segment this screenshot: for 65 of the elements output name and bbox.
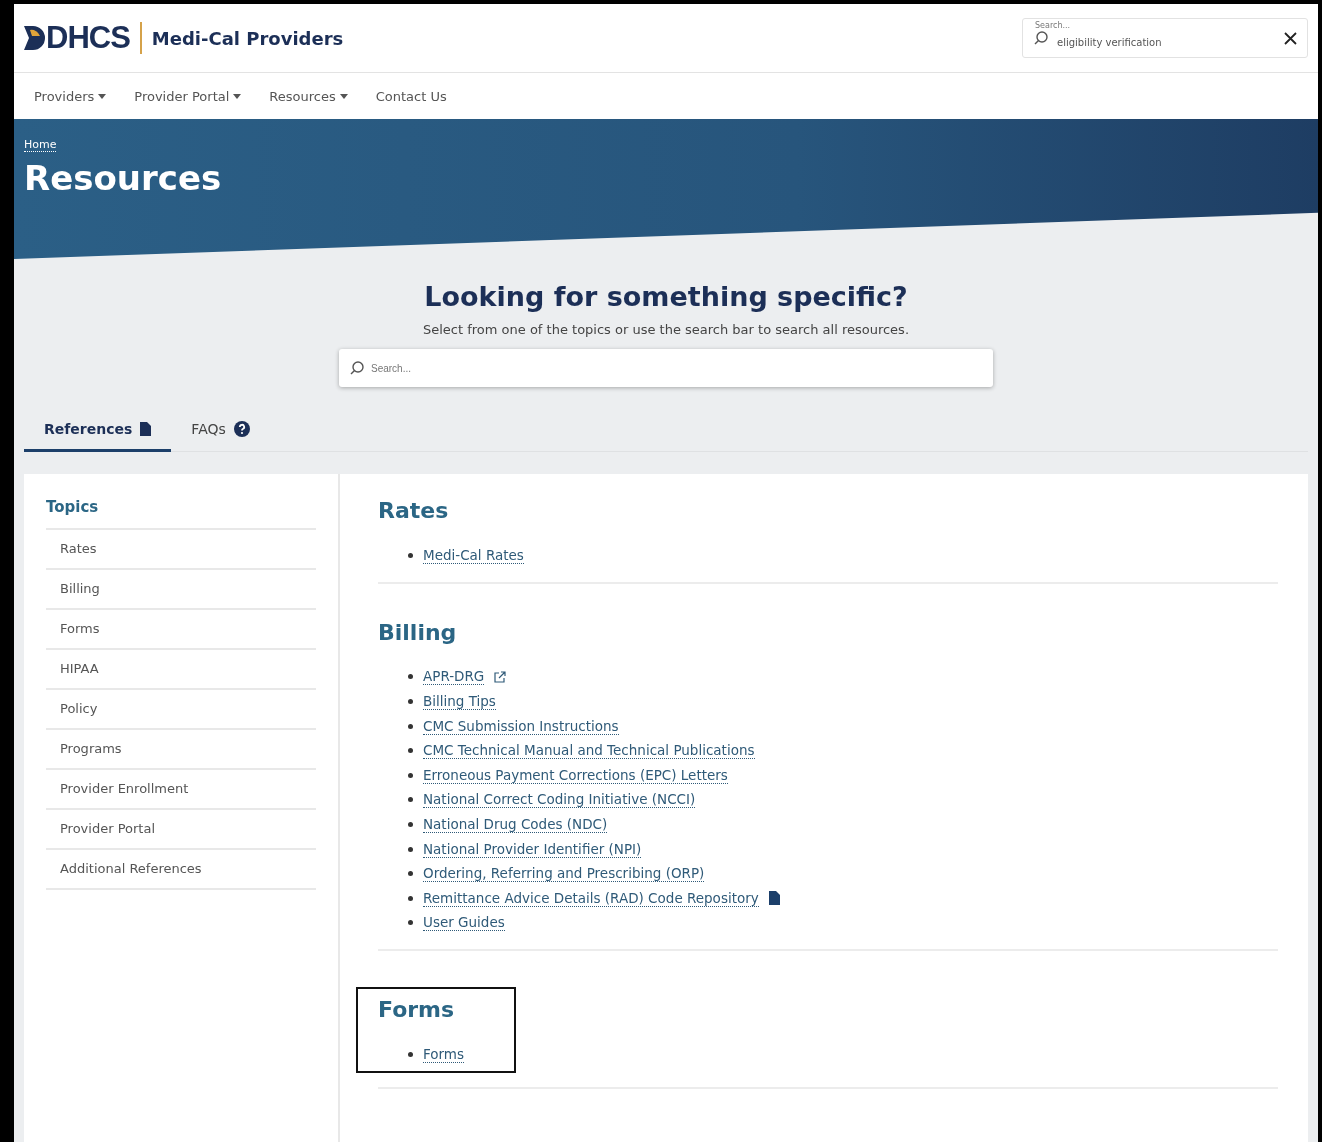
bullet-icon: [408, 699, 413, 704]
resource-link[interactable]: Ordering, Referring and Prescribing (ORP): [423, 865, 705, 883]
bullet-icon: [408, 772, 413, 778]
nav-link[interactable]: Provider Portal: [134, 88, 242, 104]
caret-icon: [233, 93, 242, 99]
close-icon: [1284, 31, 1297, 45]
nav-link[interactable]: Contact Us: [375, 88, 447, 104]
nav-link[interactable]: Providers: [34, 88, 107, 104]
external-link-icon: [494, 670, 507, 683]
caret-icon: [339, 93, 348, 99]
caret-icon: [98, 93, 107, 99]
bullet-icon: [408, 895, 413, 901]
sidebar-item[interactable]: Programs: [46, 728, 316, 768]
nav-link[interactable]: Resources: [269, 88, 348, 104]
sidebar-item[interactable]: Billing: [46, 568, 316, 608]
sidebar-item[interactable]: Provider Portal: [46, 808, 316, 848]
close-button[interactable]: [1284, 31, 1297, 45]
search-field[interactable]: Search...: [339, 349, 993, 387]
bullet-icon: [408, 723, 413, 729]
search-icon: [1033, 30, 1049, 46]
sidebar-item[interactable]: Provider Enrollment: [46, 768, 316, 808]
resource-link[interactable]: Medi-Cal Rates: [423, 546, 524, 564]
bullet-icon: [408, 674, 413, 680]
resource-link[interactable]: National Drug Codes (NDC): [423, 815, 608, 833]
sidebar-title: Topics: [46, 498, 100, 516]
resource-link[interactable]: Remittance Advice Details (RAD) Code Repository: [423, 889, 759, 907]
sidebar-item[interactable]: HIPAA: [46, 648, 316, 688]
sidebar-item[interactable]: Additional References: [46, 848, 316, 888]
logo-icon: [24, 26, 46, 50]
section-title: Billing: [378, 619, 457, 645]
sidebar-item[interactable]: Rates: [46, 528, 316, 568]
document-icon: [140, 422, 152, 436]
resource-link[interactable]: Erroneous Payment Corrections (EPC) Letters: [423, 766, 728, 784]
bullet-icon: [408, 821, 413, 827]
logo-text[interactable]: DHCS: [46, 20, 130, 56]
subtitle: Select from one of the topics or use the search bar to search all resources.: [422, 322, 909, 337]
page-title: Resources: [24, 158, 223, 198]
document-icon: [768, 891, 780, 906]
resource-link[interactable]: Billing Tips: [423, 693, 496, 710]
bullet-icon: [408, 797, 413, 803]
resource-link[interactable]: Forms: [423, 1045, 465, 1063]
resource-link[interactable]: CMC Technical Manual and Technical Publications: [423, 742, 755, 760]
section-heading: Looking for something specific?: [424, 281, 908, 312]
resource-link[interactable]: User Guides: [423, 914, 505, 932]
section-title: Rates: [378, 498, 449, 523]
help-icon: [233, 421, 250, 437]
search-field[interactable]: Search... eligibility verification: [1022, 18, 1308, 58]
resource-link[interactable]: National Provider Identifier (NPI): [423, 840, 642, 858]
sidebar-item[interactable]: Policy: [46, 688, 316, 728]
section-title: Forms: [378, 997, 456, 1023]
bullet-icon: [408, 920, 413, 926]
search-icon: [349, 360, 365, 376]
bullet-icon: [408, 552, 413, 558]
bullet-icon: [408, 846, 413, 852]
bullet-icon: [408, 871, 413, 877]
bullet-icon: [408, 1051, 413, 1057]
bullet-icon: [408, 748, 413, 754]
sidebar-item[interactable]: Forms: [46, 608, 316, 648]
resource-link[interactable]: CMC Submission Instructions: [423, 717, 619, 735]
breadcrumb-link[interactable]: Home: [24, 138, 57, 152]
site-title: Medi-Cal Providers: [151, 27, 344, 49]
resource-link[interactable]: APR-DRG: [423, 668, 485, 686]
tab[interactable]: FAQs: [171, 411, 270, 452]
resource-link[interactable]: National Correct Coding Initiative (NCCI): [423, 791, 696, 809]
tab[interactable]: References: [24, 411, 172, 452]
